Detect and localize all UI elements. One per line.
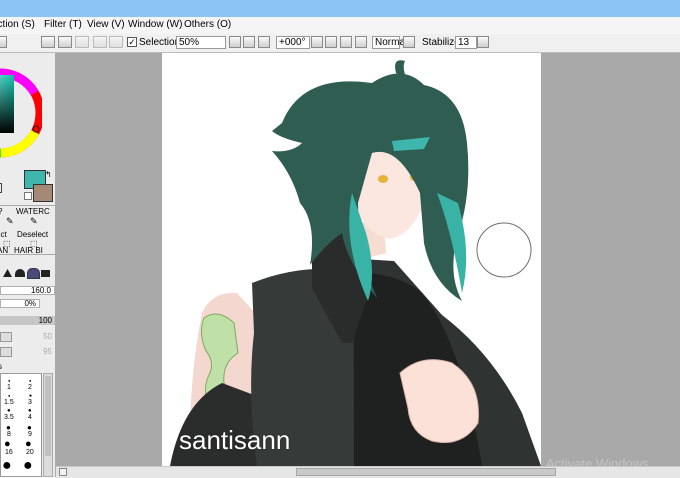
menu-window[interactable]: Window (W): [128, 19, 182, 30]
undo-icon[interactable]: [58, 36, 72, 48]
min-width-button[interactable]: [0, 332, 12, 342]
stabilizer-dropdown-icon[interactable]: [477, 36, 489, 48]
stabilizer-select[interactable]: 13: [455, 36, 477, 49]
canvas-paper[interactable]: santisann: [162, 53, 541, 466]
zoom-out-button[interactable]: [229, 36, 241, 48]
size-9: 9: [28, 431, 32, 438]
tool-select[interactable]: ect: [0, 230, 7, 239]
dot-icon: ●: [23, 457, 33, 474]
tool-panel: ↰ ? WATERC ✎ ✎ ect Deselect ⬚ ⬚ AN HAIR …: [0, 53, 56, 477]
activate-windows-watermark: Activate Windows: [546, 456, 649, 466]
brush-opacity-slider[interactable]: 100: [0, 316, 55, 325]
flip-button[interactable]: [355, 36, 367, 48]
size-3-5: 3.5: [4, 414, 14, 421]
shape-round-icon[interactable]: [15, 269, 25, 277]
shape-square-icon[interactable]: [41, 270, 50, 277]
redo-icon[interactable]: [75, 36, 89, 48]
deselect-icon[interactable]: [93, 36, 107, 48]
tool-option-button[interactable]: [41, 36, 55, 48]
min-density-button[interactable]: [0, 347, 12, 357]
canvas-horizontal-scrollbar[interactable]: [56, 466, 680, 478]
rotate-left-button[interactable]: [311, 36, 323, 48]
pen-icon: ✎: [6, 216, 14, 226]
min-width-value[interactable]: 50: [14, 332, 52, 341]
menu-filter[interactable]: Filter (T): [44, 19, 82, 30]
tool-deselect[interactable]: Deselect: [17, 230, 48, 239]
size-16: 16: [5, 449, 13, 456]
dot-icon: ●: [8, 378, 11, 383]
dot-icon: ●: [8, 393, 11, 398]
color-wheel[interactable]: [0, 53, 42, 171]
secondary-color-swatch[interactable]: [33, 184, 53, 202]
brush-size-scrollbar[interactable]: [43, 373, 53, 477]
signature-watermark: santisann: [179, 425, 291, 455]
scroll-thumb[interactable]: [296, 468, 556, 476]
zoom-in-button[interactable]: [243, 36, 255, 48]
brush-size-header: s: [0, 362, 2, 371]
selection-label: Selection: [139, 37, 181, 48]
scroll-left-button[interactable]: [59, 468, 67, 476]
brush-density-slider[interactable]: 0%: [0, 299, 40, 308]
size-1-5: 1.5: [4, 399, 14, 406]
menu-selection[interactable]: ection (S): [0, 19, 35, 30]
shape-flat-icon[interactable]: [27, 268, 40, 279]
tool-custom-brush[interactable]: AN: [0, 246, 8, 255]
rotate-right-button[interactable]: [325, 36, 337, 48]
zoom-select[interactable]: 50%: [176, 36, 226, 49]
size-2: 2: [28, 384, 32, 391]
rotate-reset-button[interactable]: [340, 36, 352, 48]
brush-size-slider[interactable]: 160.0: [0, 286, 55, 295]
rotation-select[interactable]: +000°: [276, 36, 310, 49]
selection-checkbox[interactable]: ✓: [127, 37, 137, 47]
brush-icon: ✎: [30, 216, 38, 226]
size-1: 1: [7, 384, 11, 391]
window-titlebar: [0, 0, 680, 17]
size-20: 20: [26, 449, 34, 456]
shape-triangle-icon[interactable]: [3, 269, 12, 277]
menu-others[interactable]: Others (O): [184, 19, 231, 30]
menu-bar: ection (S) Filter (T) View (V) Window (W…: [0, 17, 680, 35]
blend-mode-select[interactable]: Normal: [372, 36, 407, 49]
zoom-reset-button[interactable]: [258, 36, 270, 48]
invert-selection-icon[interactable]: [109, 36, 123, 48]
brush-shape-row: [0, 268, 55, 279]
grid-icon[interactable]: [0, 36, 7, 48]
brush-size-grid[interactable]: ● ● 1 2 ● ● 1.5 3 ● ● 3.5 4 ● ● 8 9 ● ● …: [0, 373, 42, 477]
artwork-illustration: [170, 60, 541, 466]
swap-colors-icon[interactable]: ↰: [45, 170, 52, 179]
small-swatch[interactable]: [0, 183, 2, 193]
menu-view[interactable]: View (V): [87, 19, 125, 30]
min-density-value[interactable]: 95: [14, 347, 52, 356]
dot-icon: ●: [2, 457, 12, 474]
canvas-area[interactable]: santisann Activate Windows: [56, 53, 680, 466]
blend-mode-button[interactable]: [403, 36, 415, 48]
reset-colors-icon[interactable]: [24, 192, 32, 200]
tool-label-left[interactable]: ?: [0, 207, 2, 216]
toolbar: ✓ Selection 50% +000° Normal Stabilizer …: [0, 34, 680, 53]
size-8: 8: [7, 431, 11, 438]
dot-icon: ●: [29, 378, 32, 383]
size-4: 4: [28, 414, 32, 421]
tool-hair-brush[interactable]: HAIR BI: [14, 246, 43, 255]
size-3: 3: [28, 399, 32, 406]
tool-watercolor[interactable]: WATERC: [16, 207, 50, 216]
